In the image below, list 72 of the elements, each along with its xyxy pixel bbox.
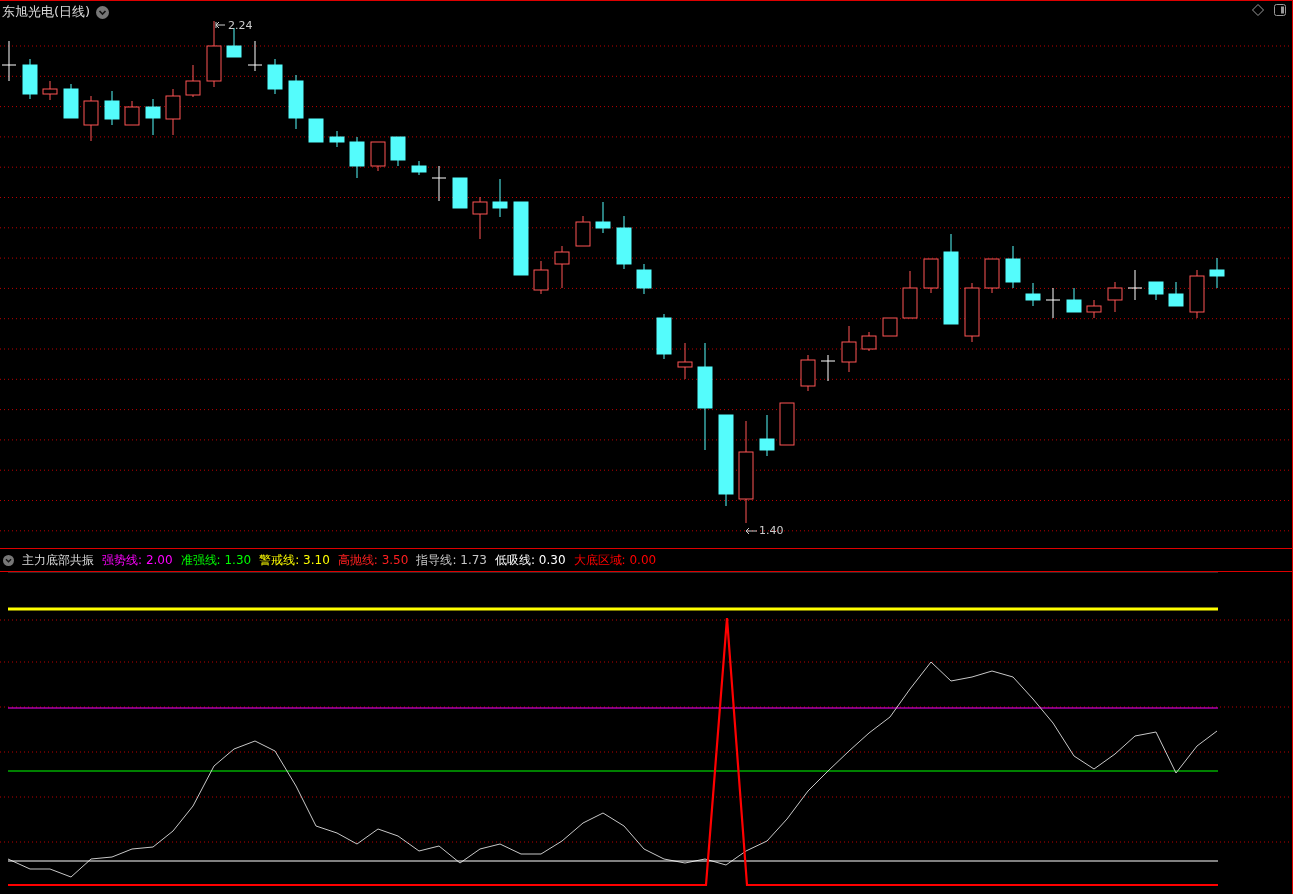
candlestick — [349, 136, 365, 179]
candlestick — [779, 402, 795, 446]
candlestick — [226, 27, 242, 58]
candlestick — [42, 80, 58, 101]
candlestick — [63, 83, 79, 119]
candlestick — [1005, 245, 1021, 289]
candlestick — [1107, 281, 1123, 313]
candlestick — [411, 160, 427, 176]
candlestick — [1168, 281, 1184, 307]
candlestick — [1025, 282, 1041, 307]
candlestick — [533, 260, 549, 295]
candlestick — [185, 64, 201, 98]
candlestick — [1, 40, 17, 82]
panel-toggle-icon[interactable] — [1274, 4, 1286, 16]
candlestick — [861, 331, 877, 352]
dropdown-icon[interactable] — [3, 554, 14, 566]
candlestick — [267, 58, 283, 95]
candlestick — [636, 263, 652, 295]
indicator-name: 主力底部共振 — [22, 551, 94, 569]
legend-item: 指导线: 1.73 — [416, 551, 487, 569]
candlestick — [492, 178, 508, 218]
candlestick — [984, 258, 1000, 294]
candlestick — [575, 215, 591, 247]
legend-item: 高抛线: 3.50 — [337, 551, 409, 569]
candlestick — [104, 90, 120, 126]
candlestick — [1148, 281, 1164, 301]
dropdown-icon[interactable] — [96, 5, 110, 19]
candlestick — [820, 354, 836, 382]
candlestick — [1189, 269, 1205, 319]
candlestick — [1127, 269, 1143, 301]
candlestick — [247, 40, 263, 72]
leader-line — [215, 21, 226, 29]
candlestick — [145, 98, 161, 136]
candlestick — [472, 196, 488, 240]
legend-item: 低吸线: 0.30 — [494, 551, 566, 569]
candlestick — [83, 95, 99, 142]
candlestick — [124, 100, 140, 126]
leader-line — [745, 527, 758, 535]
candlestick — [288, 74, 304, 130]
candlestick — [616, 215, 632, 270]
candlestick — [656, 313, 672, 360]
legend-item: 强势线: 2.00 — [102, 551, 173, 569]
candlestick — [329, 130, 345, 148]
candlestick — [882, 317, 898, 337]
candlestick — [22, 58, 38, 100]
candlestick — [452, 177, 468, 209]
legend-item: 大底区域: 0.00 — [573, 551, 657, 569]
candlestick — [1066, 287, 1082, 313]
candlestick — [759, 414, 775, 457]
high-price-label: 2.24 — [228, 19, 253, 32]
candlestick — [923, 258, 939, 294]
candlestick — [431, 165, 447, 202]
candlestick — [1209, 257, 1225, 289]
candlestick — [308, 118, 324, 143]
legend-item: 准强线: 1.30 — [180, 551, 252, 569]
candlestick — [390, 136, 406, 167]
candlestick — [1045, 287, 1061, 319]
candlestick — [1086, 299, 1102, 319]
candlestick — [595, 201, 611, 234]
low-price-label: 1.40 — [759, 524, 784, 537]
window-title: 东旭光电(日线) — [2, 3, 91, 21]
diamond-icon[interactable] — [1252, 4, 1264, 16]
candlestick — [800, 354, 816, 392]
candlestick — [165, 88, 181, 136]
candlestick — [206, 20, 222, 88]
candlestick — [370, 141, 386, 172]
candlestick — [554, 245, 570, 289]
candlestick — [677, 342, 693, 380]
candlestick — [841, 325, 857, 373]
legend-item: 警戒线: 3.10 — [259, 551, 330, 569]
candlestick — [902, 270, 918, 319]
candlestick — [964, 282, 980, 343]
